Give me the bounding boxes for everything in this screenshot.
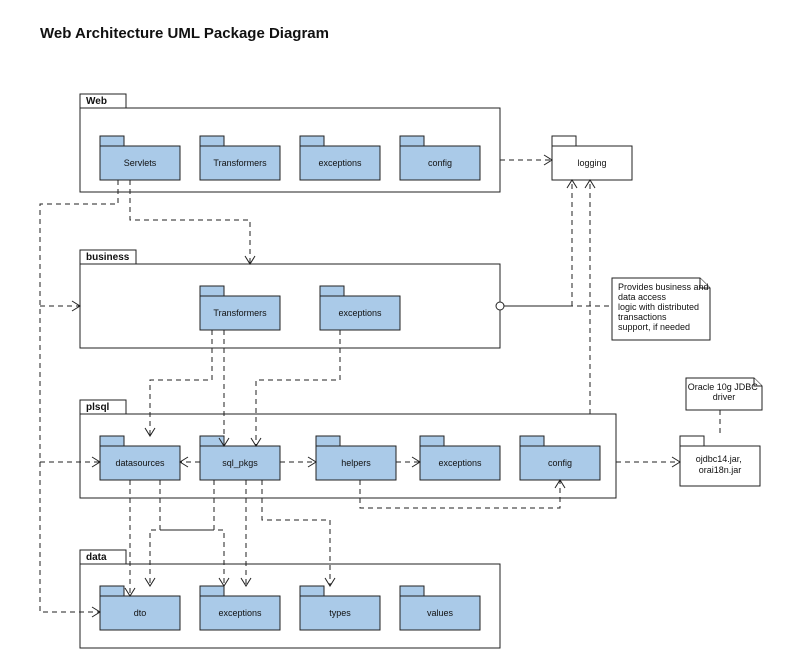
uml-diagram: Web Architecture UML Package Diagram Web… <box>0 0 800 668</box>
dependency-arrows <box>40 155 720 617</box>
svg-text:config: config <box>428 158 452 168</box>
svg-text:values: values <box>427 608 454 618</box>
svg-text:exceptions: exceptions <box>218 608 262 618</box>
svg-text:plsql: plsql <box>86 402 110 413</box>
svg-text:exceptions: exceptions <box>438 458 482 468</box>
svg-text:datasources: datasources <box>115 458 165 468</box>
svg-text:sql_pkgs: sql_pkgs <box>222 458 258 468</box>
svg-text:exceptions: exceptions <box>338 308 382 318</box>
svg-text:ojdbc14.jar, orai18n.jar: ojdbc14.jar, orai18n.jar <box>696 454 745 475</box>
svg-text:Transformers: Transformers <box>213 158 267 168</box>
svg-text:Web: Web <box>86 96 107 107</box>
svg-text:logging: logging <box>577 158 606 168</box>
svg-text:dto: dto <box>134 608 147 618</box>
svg-text:exceptions: exceptions <box>318 158 362 168</box>
package-jdbc-jars: ojdbc14.jar, orai18n.jar <box>680 436 760 486</box>
svg-text:config: config <box>548 458 572 468</box>
note-business: Provides business and data access logic … <box>612 278 711 340</box>
container-business: business <box>80 250 500 348</box>
package-logging: logging <box>552 136 632 180</box>
svg-text:helpers: helpers <box>341 458 371 468</box>
svg-text:Transformers: Transformers <box>213 308 267 318</box>
diagram-title: Web Architecture UML Package Diagram <box>40 25 329 42</box>
svg-text:types: types <box>329 608 351 618</box>
note-jdbc: Oracle 10g JDBC driver <box>686 378 762 410</box>
svg-text:Servlets: Servlets <box>124 158 157 168</box>
svg-text:business: business <box>86 252 130 263</box>
svg-text:data: data <box>86 552 107 563</box>
